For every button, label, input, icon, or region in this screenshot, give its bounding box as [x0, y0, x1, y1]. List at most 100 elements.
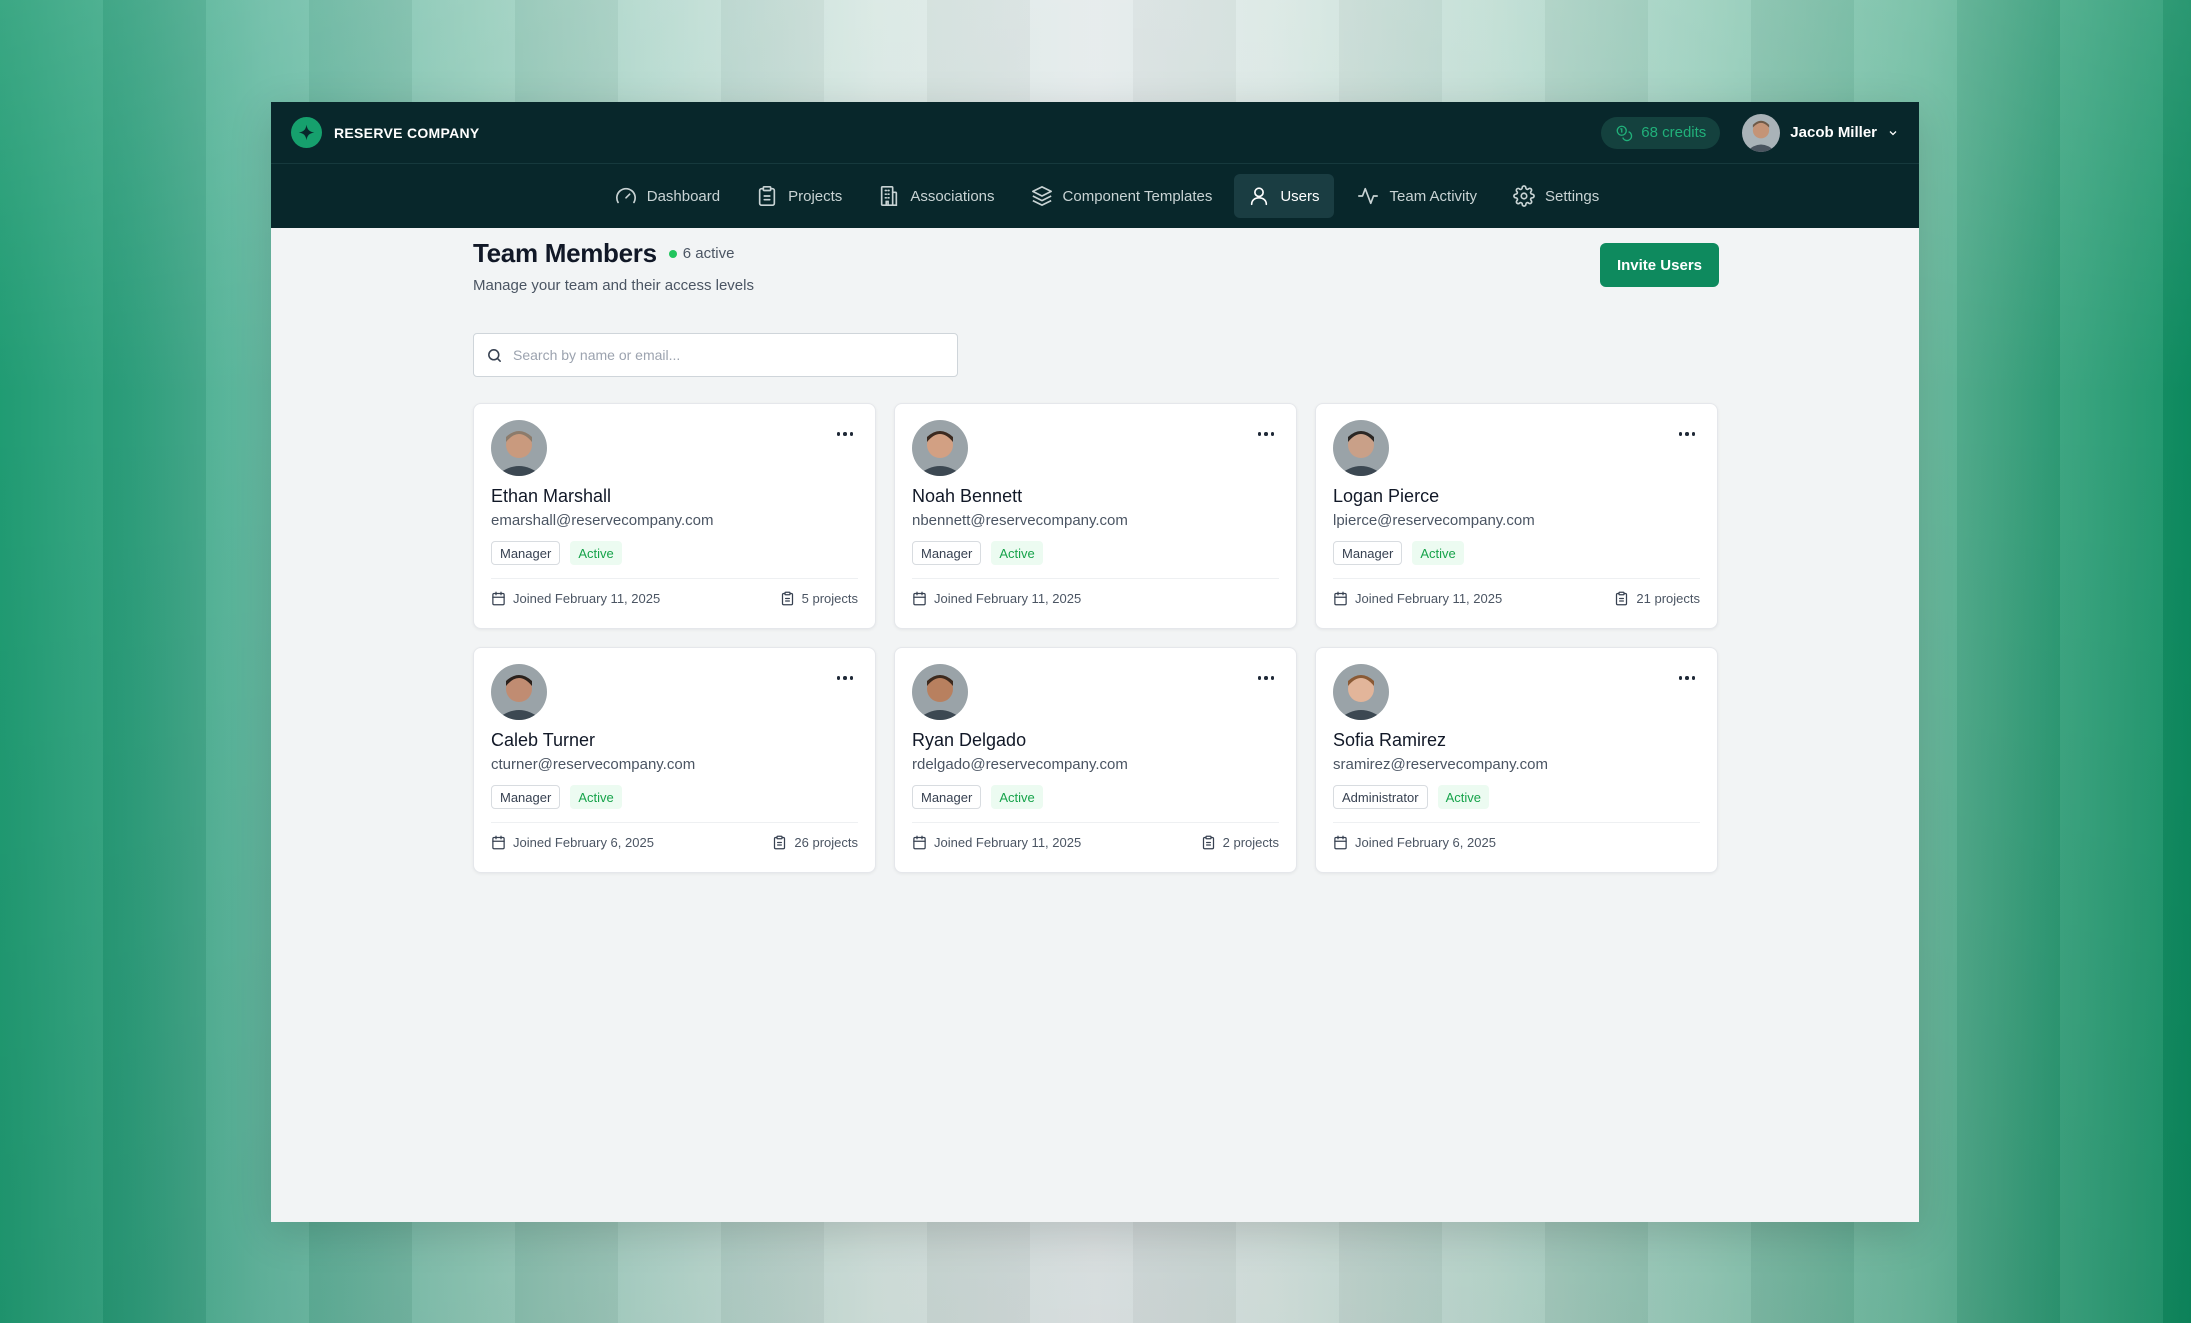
status-badge: Active	[991, 785, 1043, 809]
clipboard-icon	[1202, 835, 1214, 850]
gear-icon	[1513, 185, 1535, 207]
role-badge: Administrator	[1333, 785, 1428, 809]
search-input[interactable]	[513, 347, 945, 363]
member-card[interactable]: Ethan Marshall emarshall@reservecompany.…	[473, 403, 876, 629]
nav-item-associations[interactable]: Associations	[864, 174, 1008, 218]
avatar	[912, 664, 968, 720]
more-options-icon[interactable]	[833, 426, 857, 442]
joined-text: Joined February 11, 2025	[1355, 591, 1503, 606]
project-count: 21 projects	[1614, 591, 1700, 606]
nav-item-settings[interactable]: Settings	[1499, 174, 1613, 218]
sparkle-logo-icon	[291, 117, 322, 148]
joined-date: Joined February 11, 2025	[912, 835, 1081, 850]
member-name: Ryan Delgado	[912, 730, 1027, 750]
nav-label: Users	[1280, 187, 1320, 205]
clipboard-icon	[781, 591, 793, 606]
joined-text: Joined February 11, 2025	[513, 591, 661, 606]
member-email: rdelgado@reservecompany.com	[912, 756, 1128, 773]
nav-label: Team Activity	[1389, 187, 1478, 205]
brand-name: RESERVE COMPANY	[334, 124, 480, 141]
more-options-icon[interactable]	[1675, 670, 1699, 686]
nav-item-users[interactable]: Users	[1234, 174, 1334, 218]
member-name: Caleb Turner	[491, 730, 596, 750]
avatar	[912, 420, 968, 476]
role-badge: Manager	[912, 541, 982, 565]
user-name: Jacob Miller	[1790, 124, 1877, 141]
invite-users-button[interactable]: Invite Users	[1599, 243, 1719, 287]
brand[interactable]: RESERVE COMPANY	[291, 117, 480, 148]
joined-date: Joined February 11, 2025	[1333, 591, 1502, 606]
member-card[interactable]: Caleb Turner cturner@reservecompany.com …	[473, 647, 876, 873]
user-icon	[1251, 187, 1268, 206]
user-menu[interactable]: Jacob Miller	[1742, 113, 1899, 152]
status-badge: Active	[1412, 541, 1464, 565]
role-badge: Manager	[491, 541, 561, 565]
nav-item-component-templates[interactable]: Component Templates	[1017, 174, 1227, 218]
calendar-icon	[913, 591, 926, 606]
nav-label: Projects	[788, 187, 843, 205]
projects-text: 5 projects	[801, 591, 858, 606]
chevron-down-icon	[1889, 130, 1897, 135]
projects-text: 21 projects	[1636, 591, 1700, 606]
clipboard-icon	[774, 835, 786, 850]
more-options-icon[interactable]	[833, 670, 857, 686]
page-title: Team Members	[473, 238, 657, 268]
joined-text: Joined February 6, 2025	[1355, 835, 1496, 850]
status-badge: Active	[570, 541, 622, 565]
project-count: 5 projects	[780, 591, 858, 606]
nav-item-dashboard[interactable]: Dashboard	[601, 174, 734, 218]
clipboard-icon	[1616, 591, 1628, 606]
member-card[interactable]: Logan Pierce lpierce@reservecompany.com …	[1315, 403, 1718, 629]
top-bar: RESERVE COMPANY 68 credits Jacob Miller	[271, 102, 1919, 164]
status-badge: Active	[1437, 785, 1489, 809]
more-options-icon[interactable]	[1254, 670, 1278, 686]
member-email: sramirez@reservecompany.com	[1333, 756, 1549, 773]
activity-icon	[1357, 187, 1378, 205]
role-badge: Manager	[912, 785, 982, 809]
nav-item-projects[interactable]: Projects	[742, 174, 856, 218]
member-card[interactable]: Ryan Delgado rdelgado@reservecompany.com…	[894, 647, 1297, 873]
page-subtitle: Manage your team and their access levels	[473, 277, 754, 294]
avatar	[491, 420, 547, 476]
nav-item-team-activity[interactable]: Team Activity	[1342, 174, 1492, 218]
projects-text: 2 projects	[1222, 835, 1279, 850]
gauge-icon	[615, 187, 636, 204]
member-email: emarshall@reservecompany.com	[491, 512, 714, 529]
avatar	[491, 664, 547, 720]
joined-date: Joined February 6, 2025	[491, 835, 654, 850]
credits-badge[interactable]: 68 credits	[1601, 116, 1721, 149]
member-name: Noah Bennett	[912, 486, 1023, 506]
more-options-icon[interactable]	[1675, 426, 1699, 442]
app-window: RESERVE COMPANY 68 credits Jacob Miller …	[271, 102, 1919, 1222]
nav-label: Associations	[910, 187, 995, 205]
nav-label: Dashboard	[646, 187, 721, 205]
member-email: nbennett@reservecompany.com	[912, 512, 1128, 529]
more-options-icon[interactable]	[1254, 426, 1278, 442]
member-email: cturner@reservecompany.com	[491, 756, 696, 773]
status-dot	[668, 249, 677, 258]
role-badge: Manager	[491, 785, 561, 809]
project-count: 26 projects	[772, 835, 858, 850]
calendar-icon	[492, 835, 505, 850]
member-card[interactable]: Sofia Ramirez sramirez@reservecompany.co…	[1315, 647, 1718, 873]
building-icon	[881, 186, 898, 206]
coins-icon	[1616, 125, 1633, 141]
active-count-text: 6 active	[682, 245, 735, 262]
member-name: Logan Pierce	[1333, 486, 1440, 506]
member-grid: Ethan Marshall emarshall@reservecompany.…	[473, 403, 1719, 873]
project-count: 2 projects	[1201, 835, 1279, 850]
member-name: Ethan Marshall	[491, 486, 612, 506]
search-icon	[488, 348, 501, 362]
joined-date: Joined February 11, 2025	[912, 591, 1081, 606]
main-content: Team Members 6 active Manage your team a…	[473, 228, 1719, 873]
member-name: Sofia Ramirez	[1333, 730, 1447, 750]
layers-icon	[1031, 186, 1052, 206]
avatar	[1742, 113, 1781, 152]
avatar	[1333, 664, 1389, 720]
role-badge: Manager	[1333, 541, 1403, 565]
status-badge: Active	[570, 785, 622, 809]
search-box	[473, 333, 958, 377]
member-card[interactable]: Noah Bennett nbennett@reservecompany.com…	[894, 403, 1297, 629]
joined-text: Joined February 11, 2025	[934, 591, 1082, 606]
projects-text: 26 projects	[794, 835, 858, 850]
